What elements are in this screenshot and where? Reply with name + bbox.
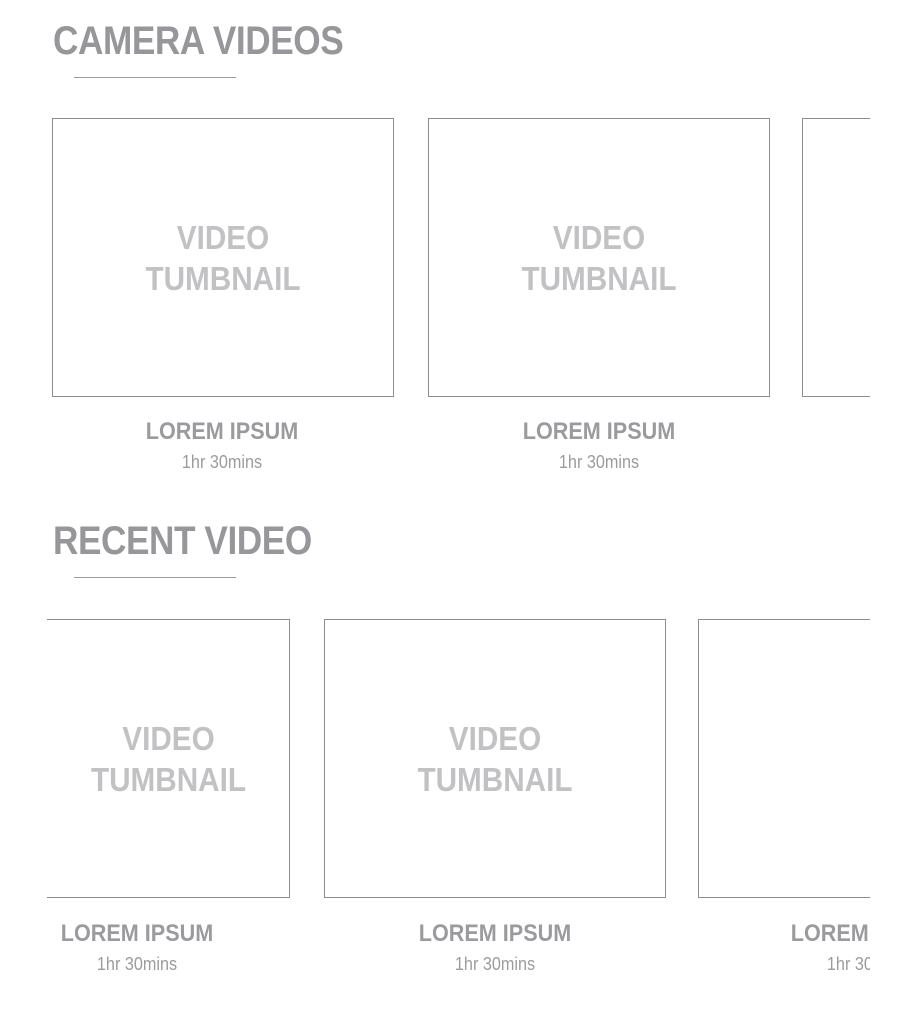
video-caption[interactable]: LOREM IPSUM 1hr 30mins bbox=[375, 920, 615, 975]
video-thumbnail-partial[interactable]: VIDEO TUMBNAIL bbox=[47, 619, 290, 898]
thumbnail-line-2: TUMBNAIL bbox=[417, 760, 573, 798]
thumbnail-placeholder-text: VIDEO TUMBNAIL bbox=[48, 718, 289, 800]
thumbnail-line-1: VIDEO bbox=[448, 719, 542, 757]
video-thumbnail[interactable]: VIDEO TUMBNAIL bbox=[324, 619, 666, 898]
recent-video-carousel[interactable]: VIDEO TUMBNAIL LOREM IPSUM 1hr 30mins VI… bbox=[0, 0, 901, 1012]
video-title[interactable]: LOREM IPSUM bbox=[759, 920, 870, 948]
thumbnail-line-1: VIDEO bbox=[122, 719, 215, 757]
thumbnail-line-2: TUMBNAIL bbox=[90, 760, 247, 798]
video-duration: 1hr 30mins bbox=[96, 954, 178, 974]
video-thumbnail-partial[interactable] bbox=[698, 619, 870, 898]
thumbnail-placeholder-text: VIDEO TUMBNAIL bbox=[325, 718, 665, 800]
video-title[interactable]: LOREM IPSUM bbox=[47, 920, 245, 948]
video-title[interactable]: LOREM IPSUM bbox=[387, 920, 603, 948]
video-caption[interactable]: LOREM IPSUM 1hr 30mins bbox=[47, 920, 257, 975]
video-caption-partial[interactable]: LOREM IPSUM 1hr 30mins bbox=[747, 920, 870, 975]
video-duration: 1hr 30mins bbox=[454, 954, 536, 974]
video-duration: 1hr 30mins bbox=[826, 954, 870, 974]
